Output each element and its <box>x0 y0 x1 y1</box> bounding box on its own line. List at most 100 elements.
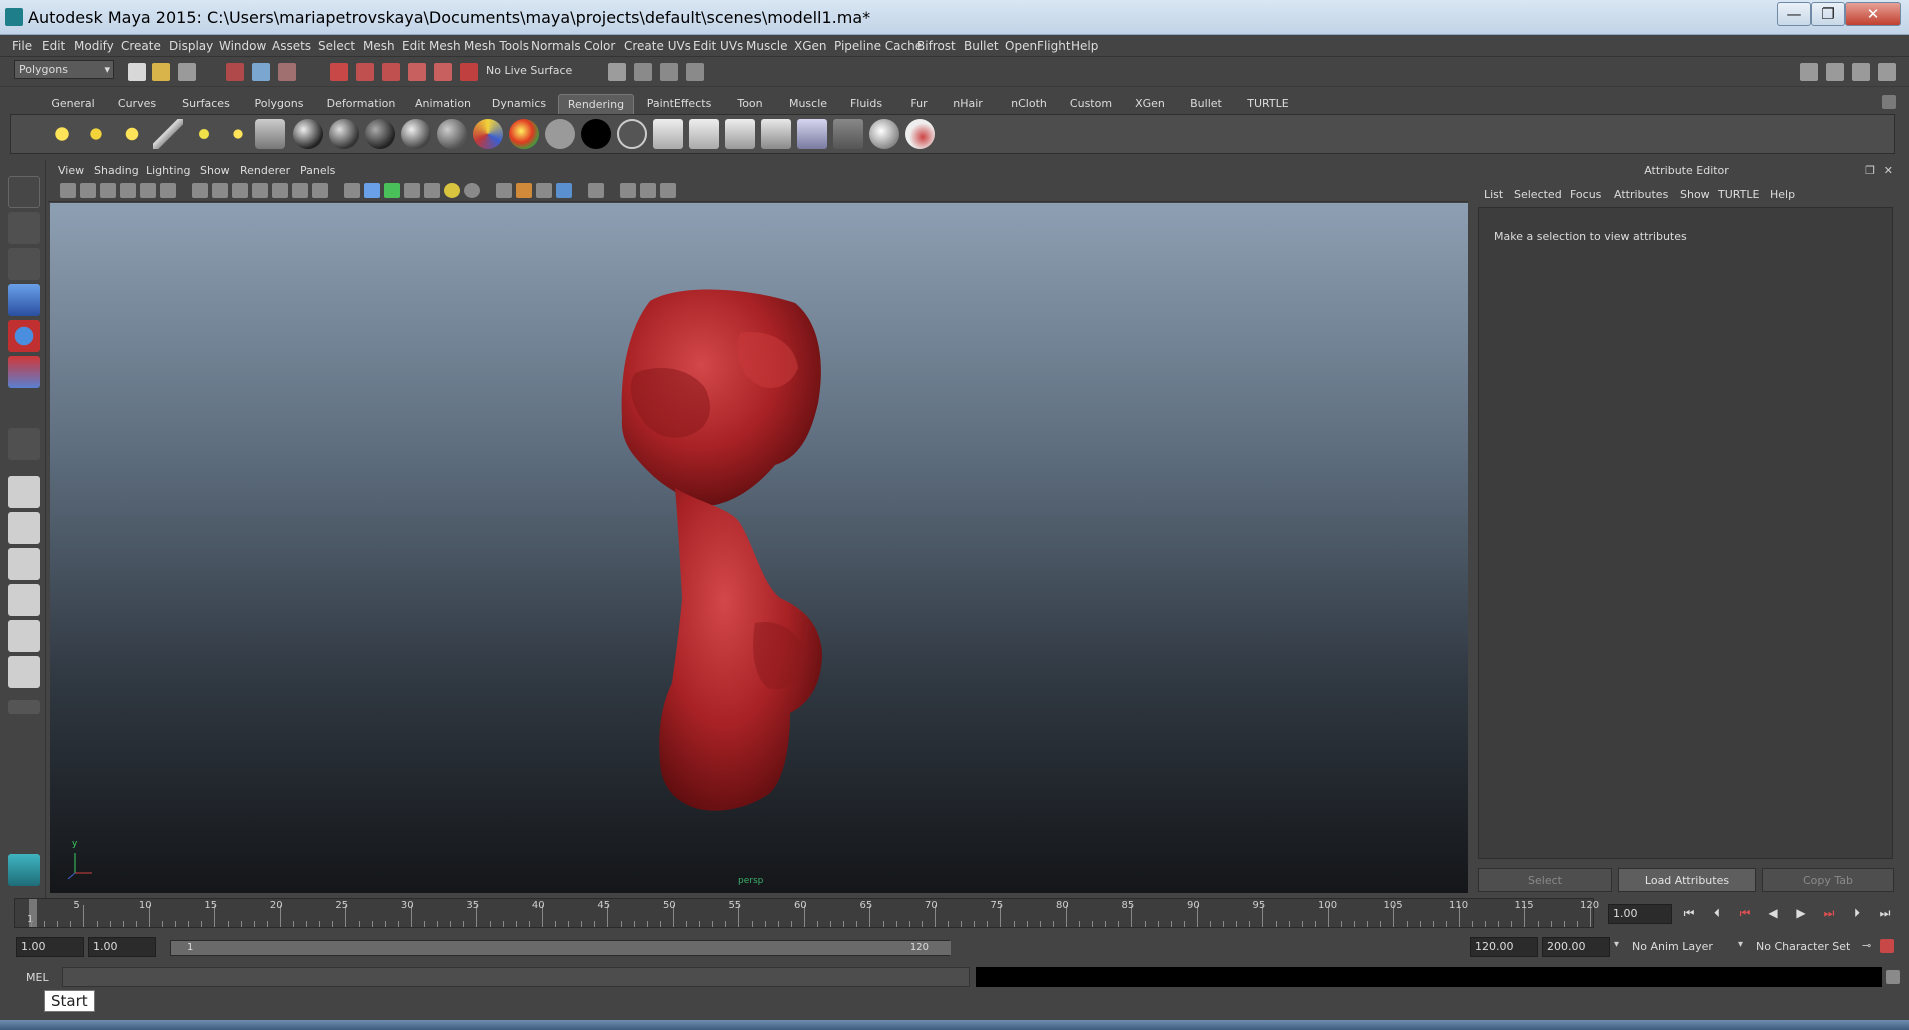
ipr-render-frame-icon[interactable] <box>689 119 719 149</box>
step-forward-key-icon[interactable]: ⏭ <box>1820 906 1838 920</box>
shelf-tab-nhair[interactable]: nHair <box>946 94 990 114</box>
render-view-icon[interactable] <box>608 63 626 81</box>
playback-start-field[interactable]: 1.00 <box>88 937 156 957</box>
lasso-tool-icon[interactable] <box>8 212 40 244</box>
persp-outliner-layout-icon[interactable] <box>8 548 40 580</box>
menu-bullet[interactable]: Bullet <box>964 39 999 53</box>
shelf-tab-surfaces[interactable]: Surfaces <box>176 94 236 114</box>
end-time-field[interactable]: 200.00 <box>1542 937 1610 957</box>
paint-canvas-icon[interactable] <box>905 119 935 149</box>
phong-shader-icon[interactable] <box>329 119 359 149</box>
range-slider-thumb[interactable] <box>171 941 951 955</box>
shelf-tab-custom[interactable]: Custom <box>1066 94 1116 114</box>
menu-modify[interactable]: Modify <box>74 39 114 53</box>
shelf-tab-turtle[interactable]: TURTLE <box>1242 94 1294 114</box>
menu-edit[interactable]: Edit <box>42 39 65 53</box>
panel-menu-renderer[interactable]: Renderer <box>240 164 290 177</box>
shelf-tab-rendering[interactable]: Rendering <box>558 94 634 114</box>
select-object-icon[interactable] <box>252 63 270 81</box>
menu-color[interactable]: Color <box>584 39 615 53</box>
snap-curve-icon[interactable] <box>356 63 374 81</box>
sculpted-model[interactable] <box>621 289 822 811</box>
gate-mask-icon[interactable] <box>252 183 268 198</box>
start-time-field[interactable]: 1.00 <box>16 937 84 957</box>
blinn-shader-icon[interactable] <box>293 119 323 149</box>
shelf-tab-polygons[interactable]: Polygons <box>248 94 310 114</box>
point-light-icon[interactable] <box>117 119 147 149</box>
grid-icon[interactable] <box>192 183 208 198</box>
command-input[interactable] <box>62 967 970 987</box>
close-button[interactable]: ✕ <box>1845 2 1901 26</box>
range-slider[interactable]: 1 120 <box>170 940 951 956</box>
panel-menu-shading[interactable]: Shading <box>94 164 139 177</box>
camera-attributes-icon[interactable] <box>80 183 96 198</box>
select-hierarchy-icon[interactable] <box>226 63 244 81</box>
menu-file[interactable]: File <box>12 39 32 53</box>
anim-layer-label[interactable]: No Anim Layer <box>1632 940 1713 953</box>
xray-icon[interactable] <box>556 183 572 198</box>
time-slider[interactable]: 1 5 10 15 20 25 30 35 40 45 50 55 60 65 70 75 80 85 90 95 1… <box>14 898 1599 928</box>
shelf-tab-deformation[interactable]: Deformation <box>324 94 398 114</box>
render-view-shelf-icon[interactable] <box>797 119 827 149</box>
hud-icon[interactable] <box>660 183 676 198</box>
ipr-render-icon[interactable] <box>660 63 678 81</box>
select-camera-icon[interactable] <box>60 183 76 198</box>
phonge-shader-icon[interactable] <box>365 119 395 149</box>
ae-menu-list[interactable]: List <box>1484 188 1503 201</box>
snap-point-icon[interactable] <box>382 63 400 81</box>
shelf-tab-curves[interactable]: Curves <box>112 94 162 114</box>
shelf-tab-fluids[interactable]: Fluids <box>842 94 890 114</box>
ae-menu-show[interactable]: Show <box>1680 188 1710 201</box>
menu-select[interactable]: Select <box>318 39 355 53</box>
menu-create-uvs[interactable]: Create UVs <box>624 39 691 53</box>
ambient-occlusion-icon[interactable] <box>464 183 480 198</box>
panel-menu-view[interactable]: View <box>58 164 84 177</box>
ae-menu-focus[interactable]: Focus <box>1570 188 1601 201</box>
menu-edit-mesh[interactable]: Edit Mesh <box>402 39 461 53</box>
shelf-tab-ncloth[interactable]: nCloth <box>1004 94 1054 114</box>
safe-title-icon[interactable] <box>312 183 328 198</box>
camera-icon[interactable] <box>255 119 285 149</box>
shelf-tab-bullet[interactable]: Bullet <box>1182 94 1230 114</box>
menu-mesh-tools[interactable]: Mesh Tools <box>464 39 529 53</box>
ramp-shader-icon[interactable] <box>509 119 539 149</box>
volume-light-icon[interactable] <box>223 119 253 149</box>
open-scene-icon[interactable] <box>152 63 170 81</box>
use-background-icon[interactable] <box>581 119 611 149</box>
character-set-label[interactable]: No Character Set <box>1756 940 1850 953</box>
ae-menu-attributes[interactable]: Attributes <box>1614 188 1668 201</box>
make-live-icon[interactable] <box>434 63 452 81</box>
select-tool-icon[interactable] <box>8 176 40 208</box>
ae-menu-selected[interactable]: Selected <box>1514 188 1562 201</box>
menu-xgen[interactable]: XGen <box>794 39 827 53</box>
wireframe-icon[interactable] <box>344 183 360 198</box>
directional-light-icon[interactable] <box>81 119 111 149</box>
toolbox-expand-icon[interactable] <box>8 700 40 714</box>
menu-bifrost[interactable]: Bifrost <box>917 39 956 53</box>
safe-action-icon[interactable] <box>292 183 308 198</box>
shelf-tab-xgen[interactable]: XGen <box>1130 94 1170 114</box>
play-backwards-icon[interactable]: ◀ <box>1764 906 1782 920</box>
panel-menu-lighting[interactable]: Lighting <box>146 164 190 177</box>
shelf-tab-painteffects[interactable]: PaintEffects <box>644 94 714 114</box>
script-language-label[interactable]: MEL <box>26 971 49 984</box>
shelf-tab-fur[interactable]: Fur <box>902 94 936 114</box>
persp-graph-hypergraph-layout-icon[interactable] <box>8 656 40 688</box>
grease-pencil-icon[interactable] <box>160 183 176 198</box>
channel-box-icon[interactable] <box>1800 63 1818 81</box>
step-forward-frame-icon[interactable]: ⏵ <box>1848 906 1866 920</box>
render-current-frame-icon[interactable] <box>653 119 683 149</box>
image-plane-icon[interactable] <box>120 183 136 198</box>
xray-components-icon[interactable] <box>640 183 656 198</box>
ae-select-button[interactable]: Select <box>1478 868 1612 892</box>
shelf-tab-muscle[interactable]: Muscle <box>784 94 832 114</box>
copy-tab-button[interactable]: Copy Tab <box>1762 868 1894 892</box>
2d-pan-zoom-icon[interactable] <box>140 183 156 198</box>
minimize-button[interactable]: — <box>1777 2 1811 26</box>
shelf-tab-animation[interactable]: Animation <box>410 94 476 114</box>
surface-shader-icon[interactable] <box>545 119 575 149</box>
render-settings-icon[interactable] <box>686 63 704 81</box>
film-gate-icon[interactable] <box>212 183 228 198</box>
menu-create[interactable]: Create <box>121 39 161 53</box>
new-scene-icon[interactable] <box>128 63 146 81</box>
